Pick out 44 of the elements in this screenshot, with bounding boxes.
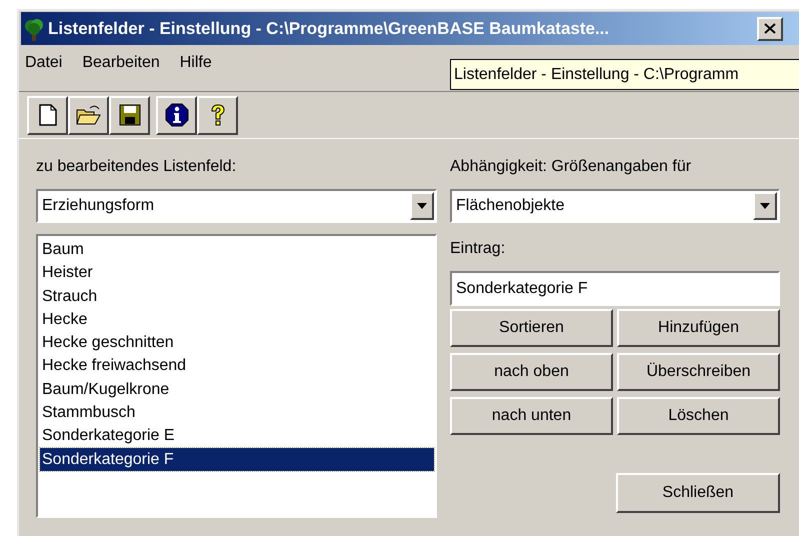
dropdown-button[interactable]	[410, 192, 434, 220]
list-item[interactable]: Baum	[40, 238, 434, 262]
action-button[interactable]: Hinzufügen	[617, 309, 780, 347]
action-button[interactable]: nach unten	[450, 397, 613, 435]
toolbar-button[interactable]	[197, 96, 238, 134]
dropdown-field[interactable]: Flächenobjekte	[450, 189, 780, 223]
action-button[interactable]: nach oben	[450, 353, 613, 391]
entry-field[interactable]: Sonderkategorie F	[450, 271, 780, 306]
entry-label: Eintrag:	[450, 239, 506, 259]
blank-page-icon	[38, 104, 56, 126]
list-item[interactable]: Baum/Kugelkrone	[40, 378, 434, 402]
list-item[interactable]: Hecke	[40, 308, 434, 332]
list-item[interactable]: Hecke freiwachsend	[40, 354, 434, 378]
toolbar-button[interactable]	[156, 96, 197, 134]
list-item[interactable]: Sonderkategorie E	[40, 424, 434, 448]
list-item[interactable]: Strauch	[40, 284, 434, 308]
tooltip: Listenfelder - Einstellung - C:\Programm	[450, 59, 799, 90]
question-mark-icon	[208, 103, 226, 127]
list-item[interactable]: Stammbusch	[40, 401, 434, 424]
list-item[interactable]: Sonderkategorie F	[40, 448, 434, 471]
dropdown-button[interactable]	[753, 192, 777, 220]
dependency-label: Abhängigkeit: Größenangaben für	[450, 157, 692, 177]
action-button[interactable]: Überschreiben	[617, 353, 780, 391]
close-icon	[764, 23, 776, 34]
toolbar-button[interactable]	[27, 96, 68, 134]
menu-item[interactable]: Bearbeiten	[82, 51, 160, 75]
menu-item[interactable]: Datei	[25, 51, 62, 75]
close-button[interactable]	[757, 16, 783, 40]
action-button[interactable]: Sortieren	[450, 309, 613, 347]
caret-icon	[417, 203, 427, 209]
menu-item[interactable]: Hilfe	[180, 51, 212, 75]
caret-icon	[760, 203, 770, 209]
action-button[interactable]: Löschen	[617, 397, 780, 435]
window-title: Listenfelder - Einstellung - C:\Programme\GreenBASE Baumkataste...	[48, 18, 610, 40]
dropdown-field[interactable]: Erziehungsform	[36, 189, 437, 223]
tree-icon	[23, 16, 45, 40]
info-icon	[164, 103, 188, 127]
close-dialog-button[interactable]: Schließen	[616, 473, 780, 513]
toolbar-button[interactable]	[68, 96, 109, 134]
list-item[interactable]: Heister	[40, 261, 434, 285]
list-item[interactable]: Hecke geschnitten	[40, 331, 434, 354]
list-label: zu bearbeitendes Listenfeld:	[36, 157, 238, 177]
folder-icon	[76, 104, 102, 126]
toolbar-button[interactable]	[109, 96, 150, 134]
